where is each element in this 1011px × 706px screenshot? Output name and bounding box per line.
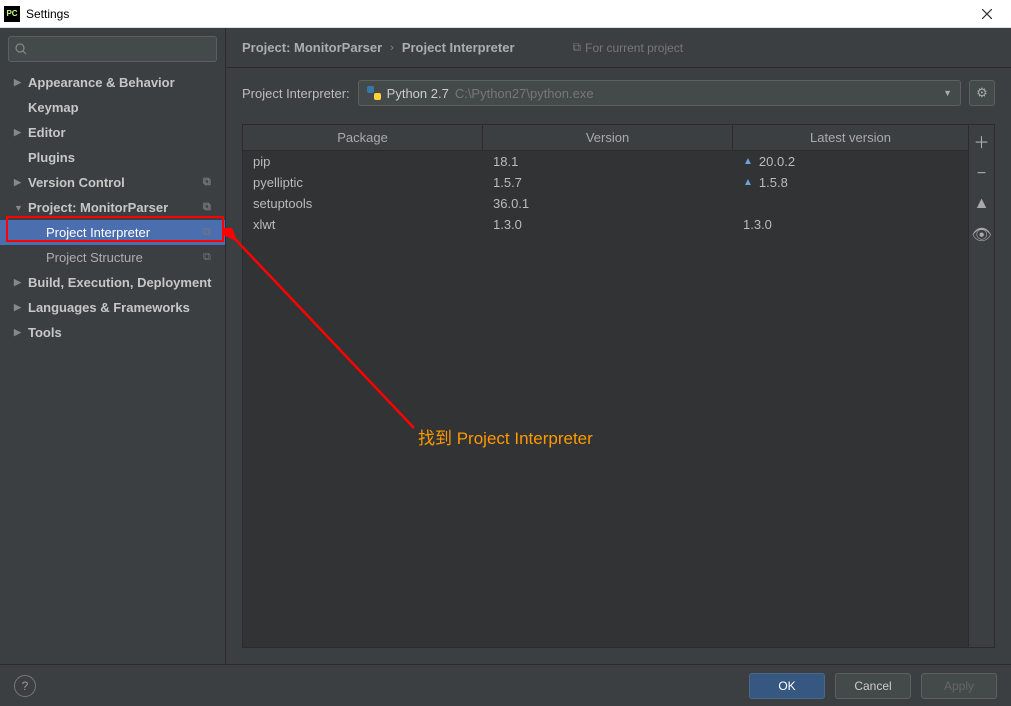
breadcrumb: Project: MonitorParser › Project Interpr… [226, 28, 1011, 68]
settings-content: Project: MonitorParser › Project Interpr… [226, 28, 1011, 664]
scope-hint: ⧉ For current project [573, 40, 684, 55]
chevron-down-icon: ▼ [14, 203, 26, 213]
scope-hint-text: For current project [585, 41, 683, 55]
tree-item-project-monitorparser[interactable]: ▼Project: MonitorParser⧉ [0, 195, 225, 220]
window-title: Settings [26, 7, 967, 21]
tree-item-appearance-behavior[interactable]: ▶Appearance & Behavior [0, 70, 225, 95]
table-header: Package Version Latest version [243, 125, 968, 151]
ok-button[interactable]: OK [749, 673, 825, 699]
tree-item-version-control[interactable]: ▶Version Control⧉ [0, 170, 225, 195]
show-early-releases-button[interactable]: 👁 [972, 225, 992, 245]
chevron-right-icon: ▶ [14, 277, 26, 288]
header-package[interactable]: Package [243, 125, 483, 150]
project-scope-icon: ⧉ [203, 226, 217, 240]
upgrade-available-icon: ▲ [743, 156, 753, 167]
project-scope-icon: ⧉ [203, 251, 217, 265]
interpreter-settings-button[interactable]: ⚙ [969, 80, 995, 106]
tree-item-languages-frameworks[interactable]: ▶Languages & Frameworks [0, 295, 225, 320]
pycharm-logo-icon: PC [4, 6, 20, 22]
tree-item-label: Tools [28, 325, 217, 340]
cell-package: xlwt [243, 214, 483, 235]
cell-latest-value: 1.5.8 [759, 175, 788, 190]
packages-table: Package Version Latest version pip18.1 ▲ 2… [243, 125, 968, 647]
table-body: pip18.1 ▲ 20.0.2 pyelliptic1.5.7 ▲ 1.5.8 setup… [243, 151, 968, 647]
header-version[interactable]: Version [483, 125, 733, 150]
cell-latest-value: 20.0.2 [759, 154, 795, 169]
tree-item-label: Build, Execution, Deployment [28, 275, 217, 290]
cancel-button[interactable]: Cancel [835, 673, 911, 699]
interpreter-name: Python 2.7 [387, 86, 449, 101]
cell-package: pip [243, 151, 483, 172]
gear-icon: ⚙ [976, 85, 988, 101]
table-row[interactable]: pyelliptic1.5.7 ▲ 1.5.8 [243, 172, 968, 193]
search-input[interactable] [8, 36, 217, 62]
chevron-right-icon: ▶ [14, 302, 26, 313]
upgrade-package-button[interactable]: ▲ [972, 195, 992, 213]
tree-item-label: Editor [28, 125, 217, 140]
close-button[interactable] [967, 0, 1007, 28]
tree-item-label: Project Structure [46, 250, 203, 265]
table-row[interactable]: pip18.1 ▲ 20.0.2 [243, 151, 968, 172]
header-latest[interactable]: Latest version [733, 125, 968, 150]
chevron-right-icon: ▶ [14, 77, 26, 88]
table-row[interactable]: xlwt1.3.01.3.0 [243, 214, 968, 235]
tree-item-label: Version Control [28, 175, 203, 190]
interpreter-select[interactable]: Python 2.7 C:\Python27\python.exe ▼ [358, 80, 961, 106]
cell-version: 1.5.7 [483, 172, 733, 193]
cell-latest-value: 1.3.0 [743, 217, 772, 232]
interpreter-path: C:\Python27\python.exe [455, 86, 594, 101]
package-tools: ＋ − ▲ 👁 [968, 125, 994, 647]
project-scope-icon: ⧉ [203, 201, 217, 215]
tree-item-keymap[interactable]: ▶Keymap [0, 95, 225, 120]
add-package-button[interactable]: ＋ [972, 129, 992, 153]
settings-tree: ▶Appearance & Behavior▶Keymap▶Editor▶Plu… [0, 66, 225, 664]
chevron-right-icon: ▶ [14, 327, 26, 338]
tree-item-label: Plugins [28, 150, 217, 165]
chevron-right-icon: ▶ [14, 177, 26, 188]
tree-item-project-interpreter[interactable]: ▶Project Interpreter⧉ [0, 220, 225, 245]
breadcrumb-project: Project: MonitorParser [242, 40, 382, 55]
tree-item-plugins[interactable]: ▶Plugins [0, 145, 225, 170]
breadcrumb-page: Project Interpreter [402, 40, 515, 55]
chevron-right-icon: ▶ [14, 127, 26, 138]
tree-item-label: Appearance & Behavior [28, 75, 217, 90]
chevron-down-icon: ▼ [943, 88, 952, 98]
tree-item-editor[interactable]: ▶Editor [0, 120, 225, 145]
cell-latest: ▲ 1.5.8 [733, 172, 968, 193]
tree-item-project-structure[interactable]: ▶Project Structure⧉ [0, 245, 225, 270]
remove-package-button[interactable]: − [972, 165, 992, 183]
interpreter-label: Project Interpreter: [242, 86, 350, 101]
tree-item-label: Keymap [28, 100, 217, 115]
tree-item-tools[interactable]: ▶Tools [0, 320, 225, 345]
packages-table-wrap: Package Version Latest version pip18.1 ▲ 2… [242, 124, 995, 648]
project-scope-icon: ⧉ [203, 176, 217, 190]
tree-item-label: Project Interpreter [46, 225, 203, 240]
settings-sidebar: ▶Appearance & Behavior▶Keymap▶Editor▶Plu… [0, 28, 226, 664]
table-row[interactable]: setuptools36.0.1 [243, 193, 968, 214]
upgrade-available-icon: ▲ [743, 177, 753, 188]
cell-latest [733, 193, 968, 214]
copy-icon: ⧉ [573, 40, 582, 55]
search-icon [15, 43, 27, 55]
cell-package: pyelliptic [243, 172, 483, 193]
python-icon [367, 86, 381, 100]
cell-latest: 1.3.0 [733, 214, 968, 235]
cell-latest: ▲ 20.0.2 [733, 151, 968, 172]
tree-item-build-execution-deployment[interactable]: ▶Build, Execution, Deployment [0, 270, 225, 295]
titlebar: PC Settings [0, 0, 1011, 28]
chevron-right-icon: › [390, 42, 394, 54]
cell-version: 1.3.0 [483, 214, 733, 235]
interpreter-row: Project Interpreter: Python 2.7 C:\Pytho… [226, 68, 1011, 118]
cell-version: 18.1 [483, 151, 733, 172]
tree-item-label: Project: MonitorParser [28, 200, 203, 215]
dialog-buttons: ? OK Cancel Apply [0, 664, 1011, 706]
cell-package: setuptools [243, 193, 483, 214]
help-button[interactable]: ? [14, 675, 36, 697]
cell-version: 36.0.1 [483, 193, 733, 214]
apply-button[interactable]: Apply [921, 673, 997, 699]
tree-item-label: Languages & Frameworks [28, 300, 217, 315]
